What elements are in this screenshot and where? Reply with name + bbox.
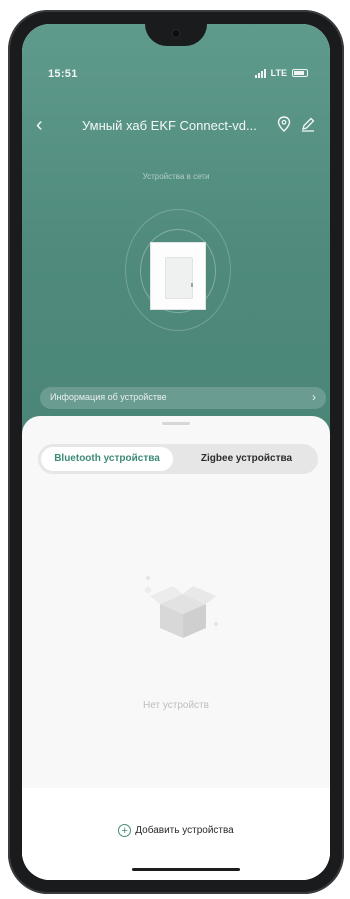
home-indicator[interactable] (132, 868, 240, 871)
status-time: 15:51 (48, 68, 78, 80)
add-devices-label: Добавить устройства (135, 825, 234, 836)
tab-zigbee[interactable]: Zigbee устройства (178, 447, 315, 471)
front-camera (172, 30, 180, 37)
bottom-action-bar: + Добавить устройства (22, 788, 330, 880)
chevron-right-icon: › (312, 390, 316, 404)
signal-icon (254, 68, 266, 78)
device-info-label: Информация об устройстве (50, 392, 167, 402)
plus-circle-icon: + (118, 824, 132, 837)
tab-bluetooth[interactable]: Bluetooth устройства (41, 447, 173, 471)
empty-box-icon (144, 576, 218, 638)
status-bar: 15:51 LTE (22, 64, 330, 84)
device-type-tabs: Bluetooth устройства Zigbee устройства (38, 444, 318, 474)
sheet-grabber[interactable] (162, 422, 190, 425)
add-devices-button[interactable]: + Добавить устройства (22, 824, 330, 837)
hero-subtitle: Устройства в сети (142, 172, 210, 181)
empty-state-text: Нет устройств (143, 700, 209, 711)
device-info-row[interactable]: Информация об устройстве › (40, 387, 326, 409)
nav-bar: ‹ Умный хаб EKF Connect-vd... (22, 112, 330, 138)
status-icons: LTE (254, 68, 308, 78)
phone-frame: 15:51 LTE ‹ Умный хаб EKF Connect-vd... (8, 10, 344, 894)
edit-pencil-icon[interactable] (298, 114, 318, 134)
app-screen: 15:51 LTE ‹ Умный хаб EKF Connect-vd... (22, 24, 330, 880)
device-header: 15:51 LTE ‹ Умный хаб EKF Connect-vd... (22, 24, 330, 444)
network-type: LTE (270, 68, 287, 78)
location-pin-icon[interactable] (274, 114, 294, 134)
page-title: Умный хаб EKF Connect-vd... (82, 118, 257, 133)
hub-device-image (150, 242, 206, 310)
battery-icon (292, 69, 308, 77)
back-icon[interactable]: ‹ (36, 112, 43, 138)
